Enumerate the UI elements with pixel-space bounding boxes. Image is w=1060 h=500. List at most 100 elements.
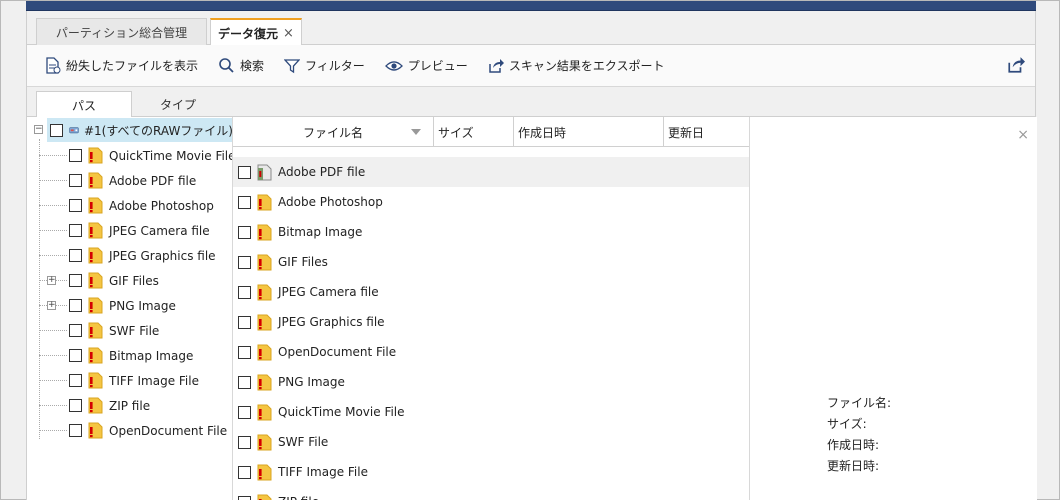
tree-item-checkbox[interactable] [69, 249, 82, 262]
column-filename-label: ファイル名 [302, 125, 363, 140]
tree-item[interactable]: QuickTime Movie File [69, 143, 232, 168]
tree-item-checkbox[interactable] [69, 324, 82, 337]
tree-item-checkbox[interactable] [69, 299, 82, 312]
row-checkbox[interactable] [238, 315, 251, 329]
tree-item-checkbox[interactable] [69, 374, 82, 387]
tree-connector [39, 430, 67, 431]
list-header: ファイル名 サイズ 作成日時 更新日 [233, 117, 749, 147]
table-row[interactable]: OpenDocument File [233, 337, 749, 367]
search-icon [219, 58, 234, 73]
table-row[interactable]: GIF Files [233, 247, 749, 277]
table-row[interactable]: ZIP file [233, 487, 749, 500]
tree-item-checkbox[interactable] [69, 399, 82, 412]
filter-button[interactable]: フィルター [284, 57, 365, 74]
row-filename: ZIP file [278, 495, 319, 500]
file-warning-icon [88, 247, 103, 264]
root-checkbox[interactable] [50, 123, 63, 137]
tab-partition-management[interactable]: パーティション総合管理 [36, 18, 207, 45]
close-preview-icon[interactable]: × [1017, 127, 1029, 143]
row-filename: GIF Files [278, 255, 328, 269]
file-warning-icon [88, 397, 103, 414]
tree-item[interactable]: GIF Files [69, 268, 159, 293]
column-header-modified[interactable]: 更新日 [664, 117, 749, 147]
row-filename: PNG Image [278, 375, 345, 389]
file-warning-icon [88, 422, 103, 439]
tree-item[interactable]: Adobe PDF file [69, 168, 196, 193]
column-header-filename[interactable]: ファイル名 [233, 117, 434, 147]
table-row[interactable]: Adobe Photoshop [233, 187, 749, 217]
folder-tree: − #1(すべてのRAWファイル) QuickTime Movie File Ad… [27, 117, 233, 500]
tree-item-checkbox[interactable] [69, 224, 82, 237]
tree-item-label: Adobe Photoshop [109, 198, 214, 213]
tree-item-checkbox[interactable] [69, 349, 82, 362]
window-titlebar [26, 1, 1036, 11]
column-header-created[interactable]: 作成日時 [514, 117, 664, 147]
file-warning-icon [88, 372, 103, 389]
file-warning-icon [88, 297, 103, 314]
table-row[interactable]: TIFF Image File [233, 457, 749, 487]
table-row[interactable]: PNG Image [233, 367, 749, 397]
tree-root-item[interactable]: #1(すべてのRAWファイル) [47, 118, 232, 142]
table-row[interactable]: JPEG Graphics file [233, 307, 749, 337]
document-icon [257, 164, 272, 181]
table-row[interactable]: SWF File [233, 427, 749, 457]
expand-icon[interactable]: + [47, 276, 56, 285]
row-filename: QuickTime Movie File [278, 405, 405, 419]
tree-connector [39, 255, 67, 256]
table-row[interactable]: Adobe PDF file [233, 157, 749, 187]
tree-item[interactable]: SWF File [69, 318, 159, 343]
row-checkbox[interactable] [238, 225, 251, 239]
table-row[interactable]: Bitmap Image [233, 217, 749, 247]
eye-icon [384, 60, 403, 71]
row-checkbox[interactable] [238, 405, 251, 419]
row-checkbox[interactable] [238, 465, 251, 479]
row-checkbox[interactable] [238, 345, 251, 359]
file-warning-icon [257, 434, 272, 451]
row-checkbox[interactable] [238, 195, 251, 209]
tree-item-label: TIFF Image File [109, 373, 199, 388]
table-row[interactable]: QuickTime Movie File [233, 397, 749, 427]
row-filename: OpenDocument File [278, 345, 397, 359]
tree-item[interactable]: ZIP file [69, 393, 150, 418]
tree-item-checkbox[interactable] [69, 149, 82, 162]
tree-item-checkbox[interactable] [69, 274, 82, 287]
export-scan-results-button[interactable]: スキャン結果をエクスポート [488, 57, 664, 74]
tree-item[interactable]: PNG Image [69, 293, 176, 318]
size-info-label: サイズ: [827, 417, 867, 431]
file-warning-icon [88, 197, 103, 214]
tree-item[interactable]: OpenDocument File [69, 418, 227, 443]
tab-path[interactable]: パス [36, 91, 132, 118]
row-checkbox[interactable] [238, 165, 251, 179]
expand-icon[interactable]: + [47, 301, 56, 310]
row-checkbox[interactable] [238, 435, 251, 449]
tree-connector [39, 405, 67, 406]
tree-item-checkbox[interactable] [69, 424, 82, 437]
tree-item[interactable]: TIFF Image File [69, 368, 199, 393]
tree-item[interactable]: Bitmap Image [69, 343, 193, 368]
tab-data-recovery[interactable]: データ復元 × [210, 18, 302, 46]
table-row[interactable]: JPEG Camera file [233, 277, 749, 307]
row-filename: Bitmap Image [278, 225, 363, 239]
show-lost-files-button[interactable]: 紛失したファイルを表示 [45, 57, 198, 74]
tree-item-checkbox[interactable] [69, 174, 82, 187]
preview-button[interactable]: プレビュー [384, 57, 468, 74]
collapse-icon[interactable]: − [34, 125, 43, 134]
row-checkbox[interactable] [238, 255, 251, 269]
column-header-size[interactable]: サイズ [434, 117, 514, 147]
row-checkbox[interactable] [238, 285, 251, 299]
share-export-button[interactable] [1007, 56, 1025, 77]
tree-item[interactable]: Adobe Photoshop [69, 193, 214, 218]
tree-item-checkbox[interactable] [69, 199, 82, 212]
tree-item[interactable]: JPEG Camera file [69, 218, 210, 243]
sort-down-icon [411, 129, 421, 135]
tree-item[interactable]: JPEG Graphics file [69, 243, 216, 268]
row-checkbox[interactable] [238, 495, 251, 500]
close-tab-icon[interactable]: × [283, 26, 294, 41]
file-warning-icon [257, 284, 272, 301]
show-lost-files-label: 紛失したファイルを表示 [66, 59, 199, 73]
drive-icon [69, 127, 79, 134]
search-button[interactable]: 検索 [218, 57, 264, 74]
row-checkbox[interactable] [238, 375, 251, 389]
file-warning-icon [257, 254, 272, 271]
tab-type[interactable]: タイプ [133, 91, 223, 117]
